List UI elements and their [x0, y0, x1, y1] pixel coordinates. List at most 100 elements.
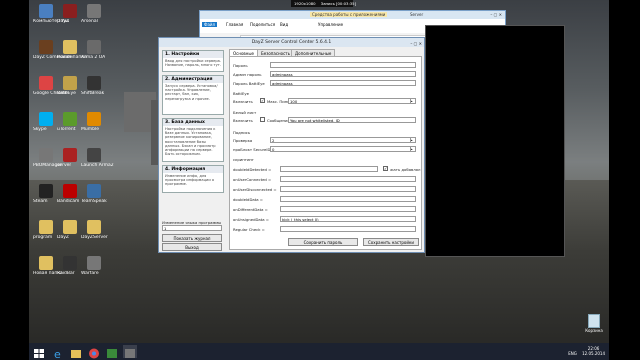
desktop-icon[interactable]: DayZServer	[81, 220, 108, 240]
desktop-icon[interactable]: Новая папка	[33, 256, 63, 276]
check-label: Проверка	[233, 138, 253, 143]
save-settings-button[interactable]: Сохранить настройки	[363, 238, 419, 246]
sidebar-section-settings[interactable]: 1. Настройки Ввод для настройки сервера.…	[162, 50, 224, 72]
script-field-label: doubleIdData =	[233, 197, 263, 202]
desktop-icon[interactable]: program	[33, 220, 59, 240]
admin-password-input[interactable]: adminpass	[270, 71, 416, 77]
dialog-sidebar: 1. Настройки Ввод для настройки сервера.…	[162, 50, 224, 251]
dialog-title: DayZ Server Control Center 5.6.4.1	[251, 40, 332, 45]
recycle-bin[interactable]: Корзина	[584, 314, 604, 333]
desktop: Компьютер Yuu DayZ Arsenal DayZ Commander Но…	[29, 0, 609, 360]
desktop-icon[interactable]: server	[57, 148, 83, 168]
desktop-icon-image	[39, 184, 53, 198]
desktop-icon[interactable]: Steam	[33, 184, 59, 204]
desktop-icon[interactable]: Arsenal	[81, 4, 107, 24]
check-value: 2	[272, 138, 275, 143]
max-ping-stepper[interactable]: 100 ▴	[288, 98, 416, 104]
dayz-control-center-dialog[interactable]: DayZ Server Control Center 5.6.4.1 – ▢ ✕…	[158, 37, 425, 253]
desktop-icon-image	[87, 220, 101, 234]
script-field-input[interactable]	[280, 176, 416, 182]
desktop-icon-image	[39, 40, 53, 54]
check-stepper[interactable]: 2 ▴	[270, 137, 416, 143]
tray-clock[interactable]: 22:06 12.05.2014	[582, 346, 605, 356]
explorer-tab-share[interactable]: Поделиться	[250, 22, 275, 27]
chrome-icon[interactable]	[87, 345, 101, 359]
stepper-arrows-icon[interactable]: ▴	[410, 99, 415, 103]
desktop-icon[interactable]: Компьютер Yuu	[33, 4, 69, 24]
desktop-icon[interactable]: DayZ	[57, 220, 83, 240]
recycle-bin-label: Корзина	[585, 328, 603, 333]
explorer-tab-file[interactable]: Файл	[202, 22, 218, 27]
desktop-icon[interactable]: Launch Arma2	[81, 148, 114, 168]
language-select[interactable]: 1	[162, 225, 222, 231]
sidebar-section-text: Ввод для настройки сервера. Название, па…	[165, 59, 222, 68]
desktop-icon-label: program	[33, 235, 53, 240]
explorer-tab-home[interactable]: Главная	[226, 22, 243, 27]
password-input[interactable]	[270, 62, 416, 68]
screen-recorder-bar[interactable]: 1920x1080 Запись [00:03:35]	[291, 0, 356, 7]
desktop-icon[interactable]: TeamSpeak	[81, 184, 107, 204]
desktop-icon[interactable]: ShiftBreak	[81, 76, 107, 96]
explorer-title: Server	[410, 12, 424, 17]
add-checkbox[interactable]: ✓	[383, 166, 388, 171]
battleye-enable-checkbox[interactable]: ✓	[260, 98, 265, 103]
script-field-input[interactable]: kick (_this select 0)	[280, 216, 416, 222]
battleye-id-stepper[interactable]: 0 ▴	[270, 146, 416, 152]
desktop-icon[interactable]: Skype	[33, 112, 59, 132]
stepper-arrows-icon[interactable]: ▴	[410, 147, 415, 151]
desktop-icon[interactable]: PBOManager	[33, 148, 62, 168]
explorer-tab-view[interactable]: Вид	[280, 22, 288, 27]
stepper-arrows-icon[interactable]: ▴	[410, 138, 415, 142]
script-field-input[interactable]	[280, 186, 416, 192]
desktop-icon[interactable]: Bandicam	[57, 184, 83, 204]
desktop-icon[interactable]: DayZ	[57, 4, 83, 24]
battleye-id-value: 0	[272, 147, 275, 152]
explorer-titlebar[interactable]: Средства работы с приложениями Server – …	[200, 11, 505, 19]
explorer-tab-manage[interactable]: Управление	[318, 22, 343, 27]
exit-button[interactable]: Выход	[162, 243, 222, 251]
script-field-input[interactable]	[280, 226, 416, 232]
desktop-icon[interactable]: Mumble	[81, 112, 107, 132]
sidebar-section-database[interactable]: 3. База данных Настройки подключения к б…	[162, 118, 224, 162]
internet-explorer-icon[interactable]: e	[51, 345, 65, 360]
password-label: Пароль	[233, 63, 248, 68]
show-log-button[interactable]: Показать журнал	[162, 234, 222, 242]
explorer-window-controls[interactable]: – ▢ ✕	[490, 12, 502, 17]
file-explorer-icon[interactable]	[69, 345, 83, 358]
desktop-icon-label: DayZ	[57, 235, 69, 240]
whitelist-message-input[interactable]: You are not whitelisted, ID	[288, 117, 416, 123]
save-password-button[interactable]: Сохранить пароль	[288, 238, 358, 246]
script-field-label: Regular Check =	[233, 227, 265, 232]
admin-password-label: Админ пароль	[233, 72, 262, 77]
script-field-input[interactable]	[280, 206, 416, 212]
desktop-icon[interactable]: Arma 2 OA	[81, 40, 107, 60]
desktop-icon[interactable]: DayZ Commander	[33, 40, 74, 60]
system-tray[interactable]: ENG 22:06 12.05.2014	[568, 346, 605, 356]
desktop-icon[interactable]: BattlEye	[57, 76, 83, 96]
dialog-window-controls[interactable]: – ▢ ✕	[410, 39, 422, 48]
whitelist-enable-checkbox[interactable]	[260, 117, 265, 122]
sidebar-section-admin[interactable]: 2. Администрация Запуск сервера. Установ…	[162, 75, 224, 115]
tray-language[interactable]: ENG	[568, 351, 577, 356]
desktop-icon-image	[63, 40, 77, 54]
dialog-titlebar[interactable]: DayZ Server Control Center 5.6.4.1 – ▢ ✕	[159, 38, 424, 47]
script-field-input[interactable]	[280, 196, 416, 202]
desktop-icon-image	[87, 112, 101, 126]
app-icon[interactable]	[105, 345, 119, 358]
desktop-icon-image	[87, 184, 101, 198]
desktop-icon[interactable]: Google Chrome	[33, 76, 68, 96]
script-field-input[interactable]	[280, 166, 378, 172]
windows-start-icon[interactable]	[32, 345, 46, 358]
svg-text:e: e	[54, 348, 61, 360]
desktop-icon[interactable]: Warfare	[81, 256, 107, 276]
battleye-password-input[interactable]: adminpass	[270, 80, 416, 86]
dayz-taskbar-icon[interactable]	[123, 345, 137, 358]
desktop-icon[interactable]: RaidBar	[57, 256, 83, 276]
desktop-icon[interactable]: Новая папка	[57, 40, 87, 60]
desktop-icon-label: DayZ	[57, 19, 69, 24]
desktop-icon[interactable]: uTorrent	[57, 112, 83, 132]
sidebar-section-info[interactable]: 4. Информация Изменение инфо, для просмо…	[162, 165, 224, 193]
desktop-icon-image	[63, 112, 77, 126]
console-window[interactable]	[425, 25, 565, 257]
desktop-icon-image	[39, 148, 53, 162]
